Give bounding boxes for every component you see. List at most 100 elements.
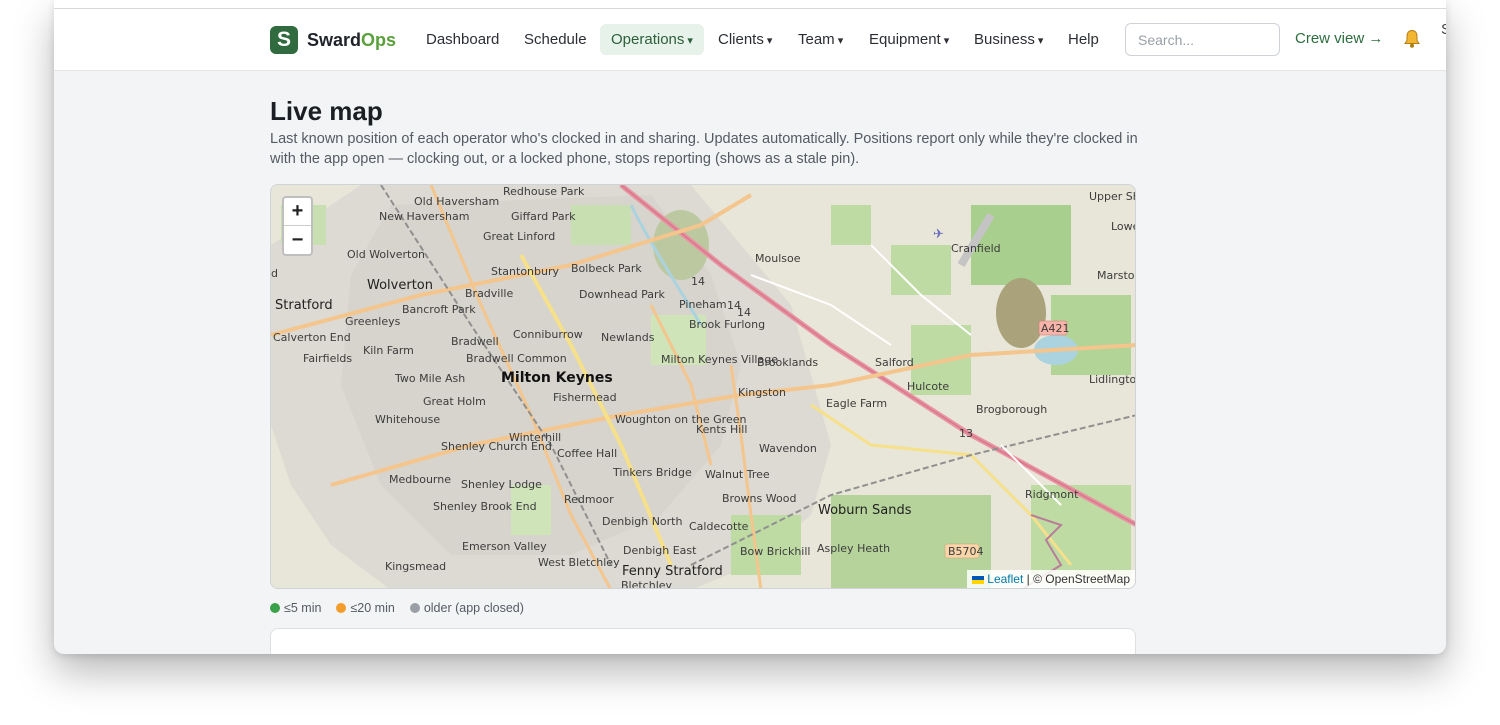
chevron-down-icon: ▾ [687,35,693,47]
nav-help-label: Help [1068,31,1099,48]
map-label-tinkers-bridge: Tinkers Bridge [612,466,692,479]
map-label-bancroft-park: Bancroft Park [402,303,476,316]
legend-item-recent: ≤20 min [336,601,395,615]
map-label-bradwell: Bradwell [451,335,499,348]
map-attribution: Leaflet | © OpenStreetMap [967,570,1135,588]
map-label-whitehouse: Whitehouse [375,413,440,426]
nav-dashboard[interactable]: Dashboard [415,24,510,55]
nav-clients[interactable]: Clients ▾ [707,24,783,55]
nav-equipment[interactable]: Equipment ▾ [858,24,960,55]
legend-label: ≤20 min [350,601,395,615]
map-label-bradville: Bradville [465,287,513,300]
nav-team[interactable]: Team ▾ [787,24,854,55]
map-label-shenley-church-end: Shenley Church End [441,440,552,453]
legend-item-fresh: ≤5 min [270,601,321,615]
nav-business-label: Business [974,31,1035,48]
nav-business[interactable]: Business ▾ [963,24,1054,55]
leaflet-link[interactable]: Leaflet [987,572,1023,586]
zoom-in-button[interactable]: + [284,198,311,226]
map-label-caldecotte: Caldecotte [689,520,749,533]
map-label-old-wolverton: Old Wolverton [347,248,425,261]
map-label-coffee-hall: Coffee Hall [557,447,617,460]
map-label-lidlington: Lidlington [1089,373,1136,386]
map-label-brook-furlong: Brook Furlong [689,318,765,331]
chevron-down-icon: ▾ [766,35,773,47]
nav-overflow-text: S [1441,21,1446,38]
map-label-aspley-heath: Aspley Heath [817,542,890,555]
map-label-downhead-park: Downhead Park [579,288,666,301]
map-label-eagle-farm: Eagle Farm [826,397,887,410]
map-label-brooklands: Brooklands [757,356,818,369]
chevron-down-icon: ▾ [837,35,844,47]
map-label-kents-hill: Kents Hill [696,423,747,436]
browser-top-strip [54,0,1446,9]
bell-icon[interactable] [1403,29,1421,49]
map-label-greenleys: Greenleys [345,315,401,328]
live-map[interactable]: ✈ Old Haversham Redhouse Park New Haversha… [270,184,1136,589]
map-label-old-haversham: Old Haversham [414,195,499,208]
map-label-lowe: Lowe [1111,220,1136,233]
zoom-out-button[interactable]: − [284,226,311,254]
map-label-j14: 14 [691,275,705,288]
map-label-moulsoe: Moulsoe [755,252,801,265]
nav-team-label: Team [798,31,835,48]
map-label-bradwell-common: Bradwell Common [466,352,567,365]
map-label-bolbeck-park: Bolbeck Park [571,262,642,275]
map-label-emerson-valley: Emerson Valley [462,540,547,553]
map-label-giffard-park: Giffard Park [511,210,576,223]
top-navbar: S SwardOps Dashboard Schedule Operations… [54,9,1446,71]
ukraine-flag-icon [972,575,985,584]
status-dot-icon [409,603,420,613]
map-label-fishermead: Fishermead [553,391,617,404]
map-label-j14c: 14 [737,306,751,319]
map-label-redhouse-park: Redhouse Park [503,185,585,198]
zoom-control: + − [282,196,313,256]
map-label-kingsmead: Kingsmead [385,560,446,573]
map-label-road-b5704: B5704 [948,545,984,558]
map-label-j13: 13 [959,427,973,440]
map-label-great-linford: Great Linford [483,230,555,243]
map-label-brogborough: Brogborough [976,403,1047,416]
map-label-denbigh-north: Denbigh North [602,515,682,528]
crew-view-link[interactable]: Crew view → [1295,30,1383,47]
map-label-kingston: Kingston [738,386,786,399]
map-label-marston: Marston [1097,269,1136,282]
map-label-walnut-tree: Walnut Tree [705,468,770,481]
map-label-milton-keynes: Milton Keynes [501,370,613,386]
map-label-salford: Salford [875,356,914,369]
map-label-shenley-brook-end: Shenley Brook End [433,500,537,513]
search-input[interactable] [1125,23,1280,56]
map-label-newlands: Newlands [601,331,655,344]
nav-help[interactable]: Help [1057,24,1110,55]
map-label-edge-d: d [271,267,278,280]
map-label-great-holm: Great Holm [423,395,486,408]
map-label-kiln-farm: Kiln Farm [363,344,414,357]
map-label-stantonbury: Stantonbury [491,265,559,278]
brand-name-sward: Sward [307,29,362,50]
nav-schedule[interactable]: Schedule [513,24,598,55]
map-label-ridgmont: Ridgmont [1025,488,1079,501]
map-label-medbourne: Medbourne [389,473,451,486]
nav-clients-label: Clients [718,31,764,48]
nav-operations-label: Operations [611,31,685,48]
map-tiles[interactable]: ✈ Old Haversham Redhouse Park New Haversha… [271,185,1136,589]
map-label-denbigh-east: Denbigh East [623,544,697,557]
map-label-new-haversham: New Haversham [379,210,469,223]
airport-icon: ✈ [933,226,944,241]
map-label-woburn-sands: Woburn Sands [818,503,912,518]
status-dot-icon [336,603,347,613]
map-label-west-bletchley: West Bletchley [538,556,620,569]
brand-logo-link[interactable]: S SwardOps [270,26,396,54]
app-window: S SwardOps Dashboard Schedule Operations… [54,0,1446,654]
nav-operations[interactable]: Operations ▾ [600,24,704,55]
map-label-pineham: Pineham [679,298,727,311]
operator-list-card [270,628,1136,654]
page-description: Last known position of each operator who… [270,131,1138,167]
legend-label: ≤5 min [284,601,322,615]
legend-item-stale: older (app closed) [409,601,524,615]
status-dot-icon [270,603,280,613]
map-label-browns-wood: Browns Wood [722,492,796,505]
map-label-shenley-lodge: Shenley Lodge [461,478,542,491]
map-label-conniburrow: Conniburrow [513,328,583,341]
map-legend: ≤5 min ≤20 min older (app closed) [270,601,539,615]
